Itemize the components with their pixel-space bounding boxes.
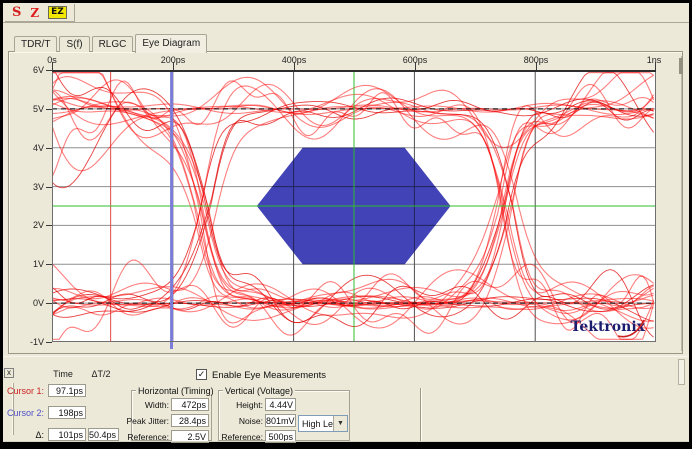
close-measurement-bar-button[interactable]: x <box>4 368 14 378</box>
height-field[interactable]: 4.44V <box>265 398 296 411</box>
width-label: Width: <box>132 400 169 410</box>
x-tick-label: 1ns <box>647 55 662 65</box>
y-tick-label: 6V <box>22 65 44 75</box>
y-tick-mark <box>46 342 52 343</box>
tektronix-logo: Tektronix <box>571 319 646 337</box>
x-tick-mark <box>294 62 295 70</box>
x-tick-mark <box>415 62 416 70</box>
y-tick-label: 1V <box>22 259 44 269</box>
impedance-icon[interactable]: Z <box>30 6 39 20</box>
cursor1-label: Cursor 1: <box>3 386 46 396</box>
height-label: Height: <box>221 400 263 410</box>
cursor2-value-field[interactable]: 198ps <box>48 406 86 419</box>
y-tick-label: 0V <box>22 298 44 308</box>
mini-scrollbar[interactable] <box>678 359 685 385</box>
noise-source-dropdown[interactable]: High Level ▼ <box>298 415 348 432</box>
right-scrollbar[interactable] <box>681 56 682 351</box>
tab-sf[interactable]: S(f) <box>59 36 89 52</box>
vertical-voltage-group: Vertical (Voltage) Height: 4.44V Noise: … <box>218 390 350 441</box>
tab-tdrt[interactable]: TDR/T <box>14 36 57 52</box>
y-tick-label: 3V <box>22 182 44 192</box>
horizontal-timing-title: Horizontal (Timing) <box>136 386 216 396</box>
cursor2-label: Cursor 2: <box>3 408 46 418</box>
noise-field[interactable]: 801mV <box>265 414 296 427</box>
cursor1-value-field[interactable]: 97.1ps <box>48 384 86 397</box>
delta-time-field[interactable]: 101ps <box>48 428 86 441</box>
panel-divider <box>420 388 422 442</box>
delta-t2-column-header: ΔT/2 <box>81 369 121 379</box>
tab-bar: TDR/T S(f) RLGC Eye Diagram <box>14 32 209 52</box>
eye-diagram-plot[interactable]: Tektronix <box>52 70 656 342</box>
x-tick-mark <box>536 62 537 70</box>
enable-eye-measurements-checkbox[interactable]: ✓ <box>196 369 207 380</box>
y-tick-label: 5V <box>22 104 44 114</box>
x-tick-mark <box>173 62 174 70</box>
toolbar: S Z EZ <box>3 3 689 23</box>
bottom-edge-line <box>3 441 689 442</box>
tab-eye-diagram[interactable]: Eye Diagram <box>135 34 207 53</box>
dropdown-arrow-icon[interactable]: ▼ <box>333 416 347 431</box>
y-tick-label: -1V <box>22 337 44 347</box>
vertical-voltage-title: Vertical (Voltage) <box>223 386 295 396</box>
delta-label: Δ: <box>3 430 46 440</box>
horizontal-timing-group: Horizontal (Timing) Width: 472ps Peak Ji… <box>131 390 212 441</box>
x-tick-mark <box>52 62 53 70</box>
x-tick-mark <box>655 62 656 70</box>
y-tick-label: 2V <box>22 220 44 230</box>
cursor2-axis-tick[interactable] <box>170 342 173 349</box>
peak-jitter-label: Peak Jitter: <box>124 416 169 426</box>
right-scrollbar-thumb[interactable] <box>679 58 683 74</box>
s-parameters-icon[interactable]: S <box>12 5 21 20</box>
time-column-header: Time <box>43 369 83 379</box>
enable-eye-measurements-label: Enable Eye Measurements <box>212 370 326 381</box>
noise-label: Noise: <box>221 416 263 426</box>
delta-t2-field[interactable]: 50.4ps <box>88 428 119 441</box>
measurement-bar: x Time ΔT/2 Cursor 1: 97.1ps Cursor 2: 1… <box>3 356 689 442</box>
width-field[interactable]: 472ps <box>171 398 209 411</box>
tab-rlgc[interactable]: RLGC <box>92 36 134 52</box>
y-tick-label: 4V <box>22 143 44 153</box>
toolbar-island: S Z EZ <box>5 4 75 22</box>
peak-jitter-field[interactable]: 28.4ps <box>171 414 209 427</box>
eye-measure-icon[interactable]: EZ <box>48 6 67 19</box>
app-window: S Z EZ TDR/T S(f) RLGC Eye Diagram 0s 20… <box>0 0 692 449</box>
